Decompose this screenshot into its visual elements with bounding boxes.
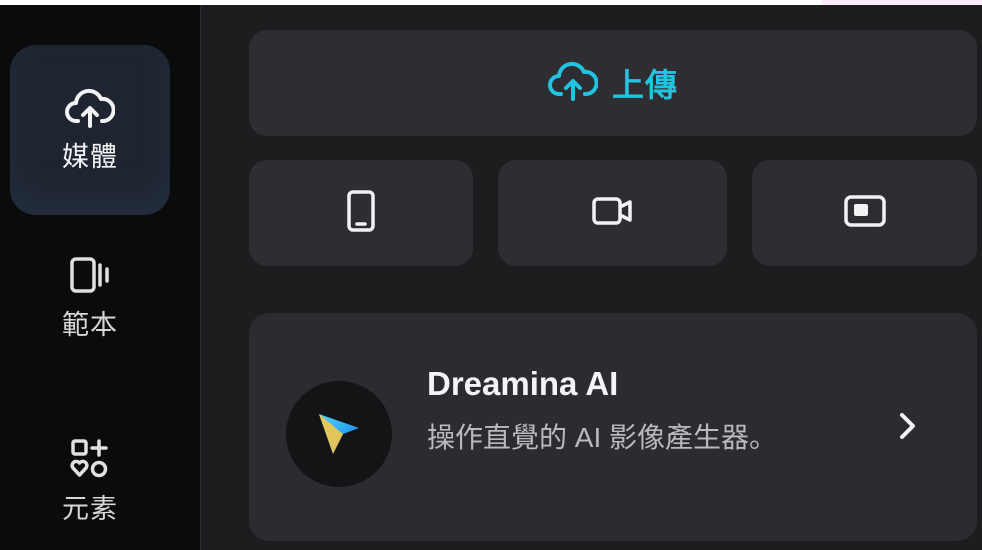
sidebar-item-templates[interactable]: 範本 <box>10 255 170 342</box>
media-panel: 上傳 Dreamina AI 操作直覺的 AI 影像產生器。 <box>201 5 982 550</box>
promo-title: Dreamina AI <box>427 365 619 402</box>
phone-icon <box>346 189 376 238</box>
camera-record-button[interactable] <box>498 160 727 266</box>
cloud-upload-icon <box>65 87 115 129</box>
cloud-upload-icon <box>548 60 599 107</box>
dreamina-promo-card[interactable]: Dreamina AI 操作直覺的 AI 影像產生器。 <box>249 313 977 541</box>
promo-description: 操作直覺的 AI 影像產生器。 <box>427 422 778 453</box>
phone-source-button[interactable] <box>249 160 473 266</box>
screen-record-button[interactable] <box>752 160 977 266</box>
camera-icon <box>591 194 635 233</box>
screen-record-icon <box>843 193 887 234</box>
editor-frame: 媒體 範本 元素 上傳 Dreamina AI 操作直覺的 AI 影像產生器。 <box>0 0 982 550</box>
upload-label: 上傳 <box>611 67 678 103</box>
sidebar-item-label: 範本 <box>62 310 118 340</box>
elements-icon <box>68 437 112 481</box>
chevron-right-icon[interactable] <box>897 411 919 446</box>
sidebar: 媒體 範本 元素 <box>0 5 201 550</box>
dreamina-logo <box>286 381 392 487</box>
upload-button[interactable]: 上傳 <box>249 30 977 136</box>
sidebar-item-label: 元素 <box>62 494 118 524</box>
sidebar-item-media[interactable]: 媒體 <box>10 45 170 215</box>
sidebar-item-elements[interactable]: 元素 <box>10 437 170 526</box>
template-icon <box>68 255 112 297</box>
sidebar-item-label: 媒體 <box>62 141 118 172</box>
